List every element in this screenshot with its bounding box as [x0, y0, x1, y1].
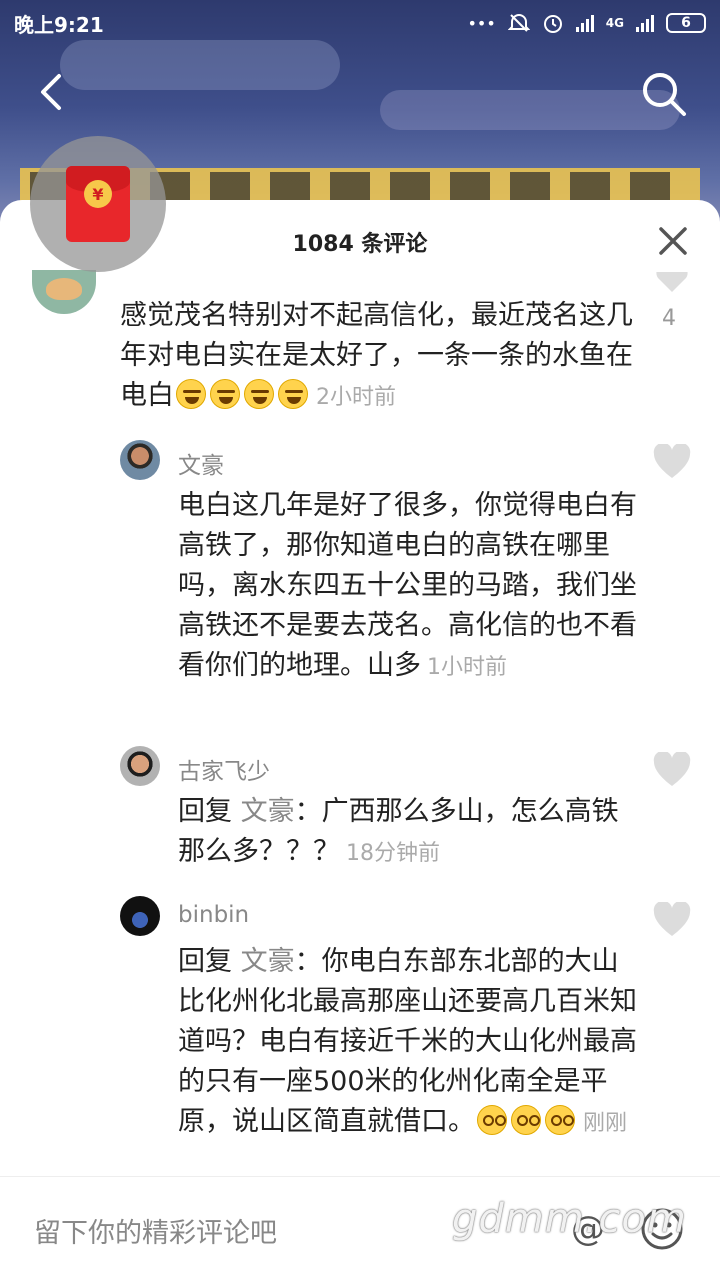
yuan-coin-icon: ¥: [84, 180, 112, 208]
blush-emoji-icon: [477, 1105, 507, 1135]
signal-icon: [575, 14, 594, 32]
comment-text: 感觉茂名特别对不起高信化，最近茂名这几年对电白实在是太好了，一条一条的水鱼在电白…: [120, 296, 640, 418]
comment-time: 2小时前: [316, 385, 396, 410]
heart-icon: [653, 442, 691, 478]
reply-text: 电白这几年是好了很多，你觉得电白有高铁了，那你知道电白的高铁在哪里吗，离水东四五…: [178, 486, 638, 688]
like-button[interactable]: [652, 750, 692, 788]
avatar[interactable]: [120, 896, 160, 936]
network-type: 4G: [605, 16, 624, 30]
back-button[interactable]: [30, 70, 70, 114]
reply-body: 电白这几年是好了很多，你觉得电白有高铁了，那你知道电白的高铁在哪里吗，离水东四五…: [178, 490, 637, 681]
laughing-tears-emoji-icon: [210, 379, 240, 409]
avatar[interactable]: [120, 440, 160, 480]
status-time: 晚上9:21: [14, 12, 104, 37]
heart-icon: [656, 272, 688, 292]
more-dots-icon: •••: [467, 13, 496, 33]
comment-input[interactable]: 留下你的精彩评论吧: [34, 1211, 277, 1250]
status-icons: ••• 4G 6: [467, 12, 706, 34]
like-button[interactable]: [654, 272, 690, 296]
reply-author[interactable]: binbin: [178, 902, 249, 928]
chevron-left-icon: [41, 74, 61, 110]
red-packet-button[interactable]: ¥: [30, 136, 166, 272]
blush-emoji-icon: [545, 1105, 575, 1135]
heart-icon: [653, 900, 691, 936]
backdrop-cloud: [380, 90, 680, 130]
reply-author[interactable]: 文豪: [178, 446, 224, 480]
site-watermark: gdmm.com: [452, 1196, 687, 1242]
backdrop-cloud: [60, 40, 340, 90]
reply-time: 刚刚: [583, 1111, 628, 1136]
laughing-tears-emoji-icon: [244, 379, 274, 409]
alarm-off-icon: [507, 13, 530, 32]
like-button[interactable]: [652, 900, 692, 938]
like-count: 4: [662, 306, 676, 331]
close-button[interactable]: [656, 224, 690, 258]
close-icon: [659, 227, 687, 255]
comment-count-title: 1084 条评论: [292, 232, 428, 257]
laughing-tears-emoji-icon: [176, 379, 206, 409]
laughing-tears-emoji-icon: [278, 379, 308, 409]
blush-emoji-icon: [511, 1105, 541, 1135]
mention-link[interactable]: 文豪: [241, 796, 295, 827]
reply-time: 1小时前: [427, 655, 507, 680]
reply-prefix: 回复: [178, 946, 232, 977]
battery-icon: 6: [666, 13, 706, 33]
red-envelope-icon: ¥: [66, 166, 130, 242]
reply-author[interactable]: 古家飞少: [178, 752, 270, 786]
signal-icon-2: [636, 14, 654, 32]
heart-icon: [653, 750, 691, 786]
battery-level: 6: [681, 15, 691, 31]
reply-text: 回复 文豪：你电白东部东北部的大山比化州化北最高那座山还要高几百米知道吗？电白有…: [178, 942, 638, 1144]
status-bar: 晚上9:21 ••• 4G 6: [0, 0, 720, 46]
avatar[interactable]: [120, 746, 160, 786]
reply-prefix: 回复: [178, 796, 232, 827]
search-button[interactable]: [640, 70, 690, 120]
reply-text: 回复 文豪：广西那么多山，怎么高铁那么多？？？ 18分钟前: [178, 792, 638, 874]
mention-link[interactable]: 文豪: [241, 946, 295, 977]
reply-time: 18分钟前: [346, 841, 440, 866]
search-icon: [643, 73, 686, 116]
alarm-icon: [543, 15, 562, 33]
like-button[interactable]: [652, 442, 692, 480]
